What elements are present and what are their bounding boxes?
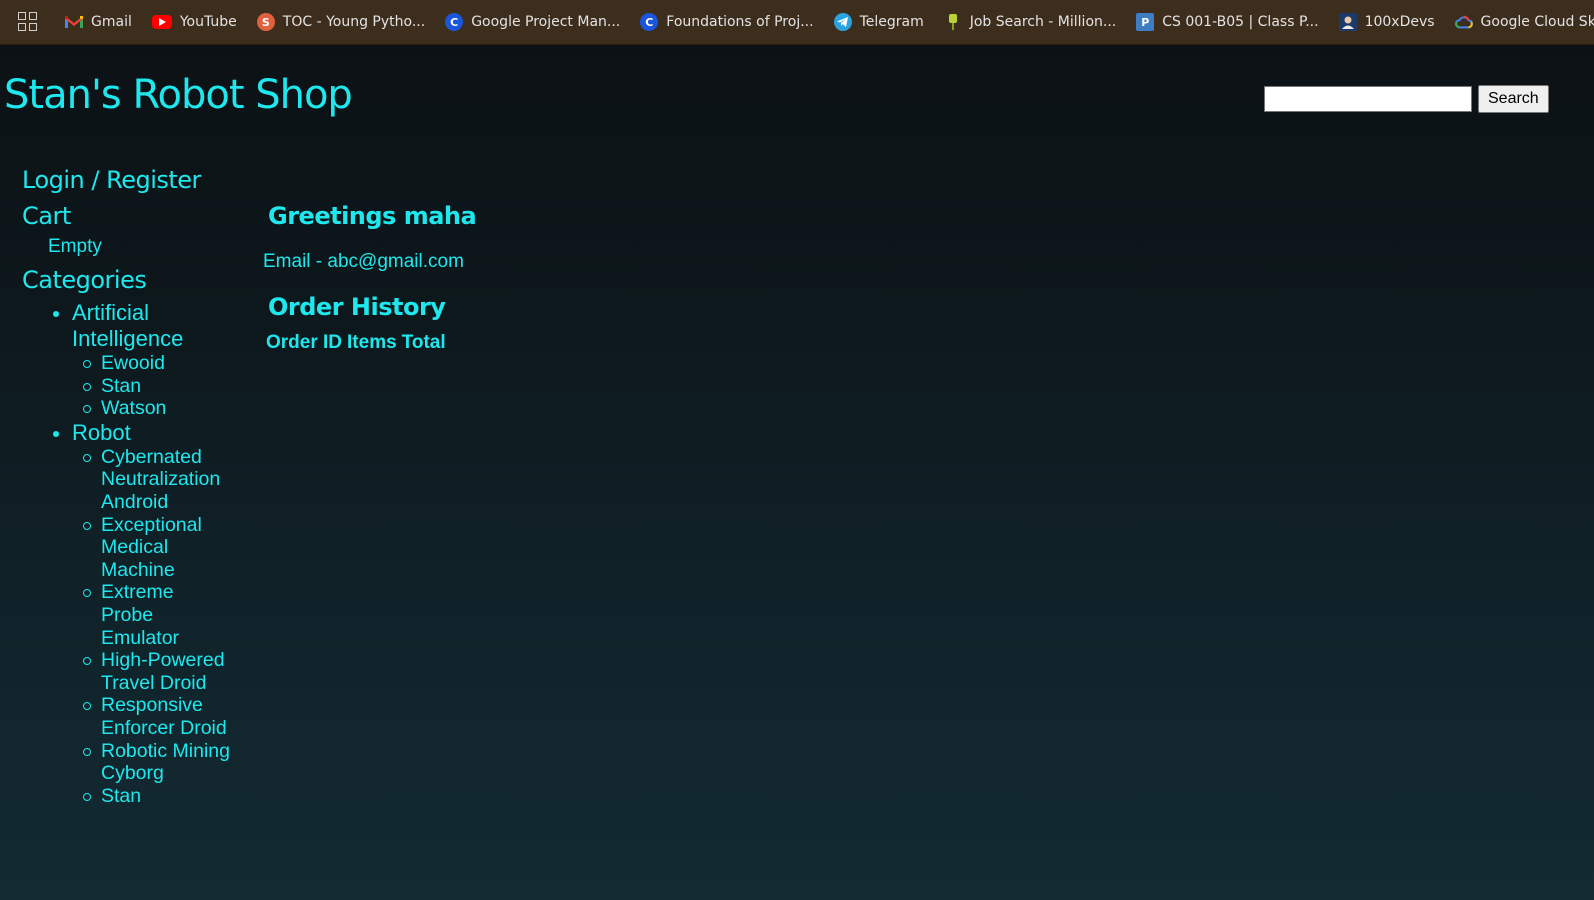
product-link[interactable]: Watson (83, 397, 231, 420)
cart-heading[interactable]: Cart (22, 202, 71, 230)
job-icon (944, 13, 962, 31)
coursera-icon: C (445, 13, 464, 31)
bookmark-label: Google Cloud Skil (1480, 14, 1594, 30)
product-link[interactable]: High-Powered Travel Droid (83, 649, 231, 694)
bookmark-label: YouTube (179, 14, 237, 30)
product-list: Cybernated Neutralization Android Except… (83, 446, 262, 808)
bookmark-label: Google Project Man... (471, 14, 621, 30)
bookmark-foundations[interactable]: C Foundations of Proj... (640, 13, 814, 31)
order-history-heading: Order History (268, 293, 446, 321)
product-link[interactable]: Extreme Probe Emulator (83, 581, 231, 649)
category-item: Robot Cybernated Neutralization Android … (52, 420, 262, 808)
bookmark-youtube[interactable]: YouTube (151, 14, 237, 30)
gcloud-icon (1454, 13, 1473, 31)
devs-icon (1338, 13, 1357, 31)
bookmark-label: 100xDevs (1364, 14, 1435, 30)
site-title[interactable]: Stan's Robot Shop (4, 72, 353, 118)
category-artificial-intelligence[interactable]: Artificial Intelligence (72, 300, 183, 351)
bookmark-google-cloud[interactable]: Google Cloud Skil (1454, 13, 1594, 31)
login-register-link[interactable]: Login / Register (22, 166, 201, 194)
piazza-icon: P (1136, 13, 1155, 31)
bookmark-label: Gmail (91, 14, 132, 30)
product-link[interactable]: Stan (83, 375, 231, 398)
category-robot[interactable]: Robot (72, 420, 131, 445)
column-header-total: Total (401, 332, 446, 353)
youtube-icon (151, 15, 172, 29)
bookmark-gmail[interactable]: Gmail (65, 13, 132, 31)
cart-status: Empty (48, 236, 102, 257)
column-header-items: Items (347, 332, 397, 353)
bookmark-100xdevs[interactable]: 100xDevs (1338, 13, 1435, 31)
bookmarks-bar: Gmail YouTube S TOC - Young Pytho... C G… (0, 0, 1594, 45)
column-header-order-id: Order ID (266, 332, 343, 353)
product-link[interactable]: Cybernated Neutralization Android (83, 446, 231, 514)
greeting-heading: Greetings maha (268, 202, 477, 230)
user-email: Email - abc@gmail.com (263, 251, 464, 272)
search-input[interactable] (1264, 86, 1472, 112)
product-link[interactable]: Stan (83, 785, 231, 808)
product-link[interactable]: Ewooid (83, 352, 231, 375)
bookmark-label: Job Search - Million... (969, 14, 1117, 30)
telegram-icon (833, 13, 852, 31)
categories-heading: Categories (22, 266, 147, 294)
bookmark-label: CS 001-B05 | Class P... (1162, 14, 1319, 30)
coursera-icon: C (640, 13, 659, 31)
product-link[interactable]: Responsive Enforcer Droid (83, 694, 231, 739)
category-item: Artificial Intelligence Ewooid Stan Wats… (52, 300, 262, 420)
product-link[interactable]: Robotic Mining Cyborg (83, 740, 231, 785)
order-history-table-header: Order ID Items Total (266, 332, 446, 354)
toc-icon: S (256, 13, 275, 31)
search-form: Search (1264, 85, 1549, 113)
gmail-icon (65, 13, 83, 31)
category-list: Artificial Intelligence Ewooid Stan Wats… (52, 300, 262, 807)
bookmark-telegram[interactable]: Telegram (833, 13, 924, 31)
product-list: Ewooid Stan Watson (83, 352, 262, 420)
product-link[interactable]: Exceptional Medical Machine (83, 514, 231, 582)
bookmark-job-search[interactable]: Job Search - Million... (944, 13, 1117, 31)
bookmark-label: Telegram (859, 14, 924, 30)
bookmark-cs-class[interactable]: P CS 001-B05 | Class P... (1136, 13, 1319, 31)
bookmark-toc[interactable]: S TOC - Young Pytho... (256, 13, 426, 31)
search-button[interactable]: Search (1478, 85, 1549, 113)
bookmark-label: TOC - Young Pytho... (282, 14, 426, 30)
bookmark-label: Foundations of Proj... (666, 14, 814, 30)
apps-grid-icon[interactable] (18, 12, 37, 32)
bookmark-google-project-management[interactable]: C Google Project Man... (445, 13, 620, 31)
